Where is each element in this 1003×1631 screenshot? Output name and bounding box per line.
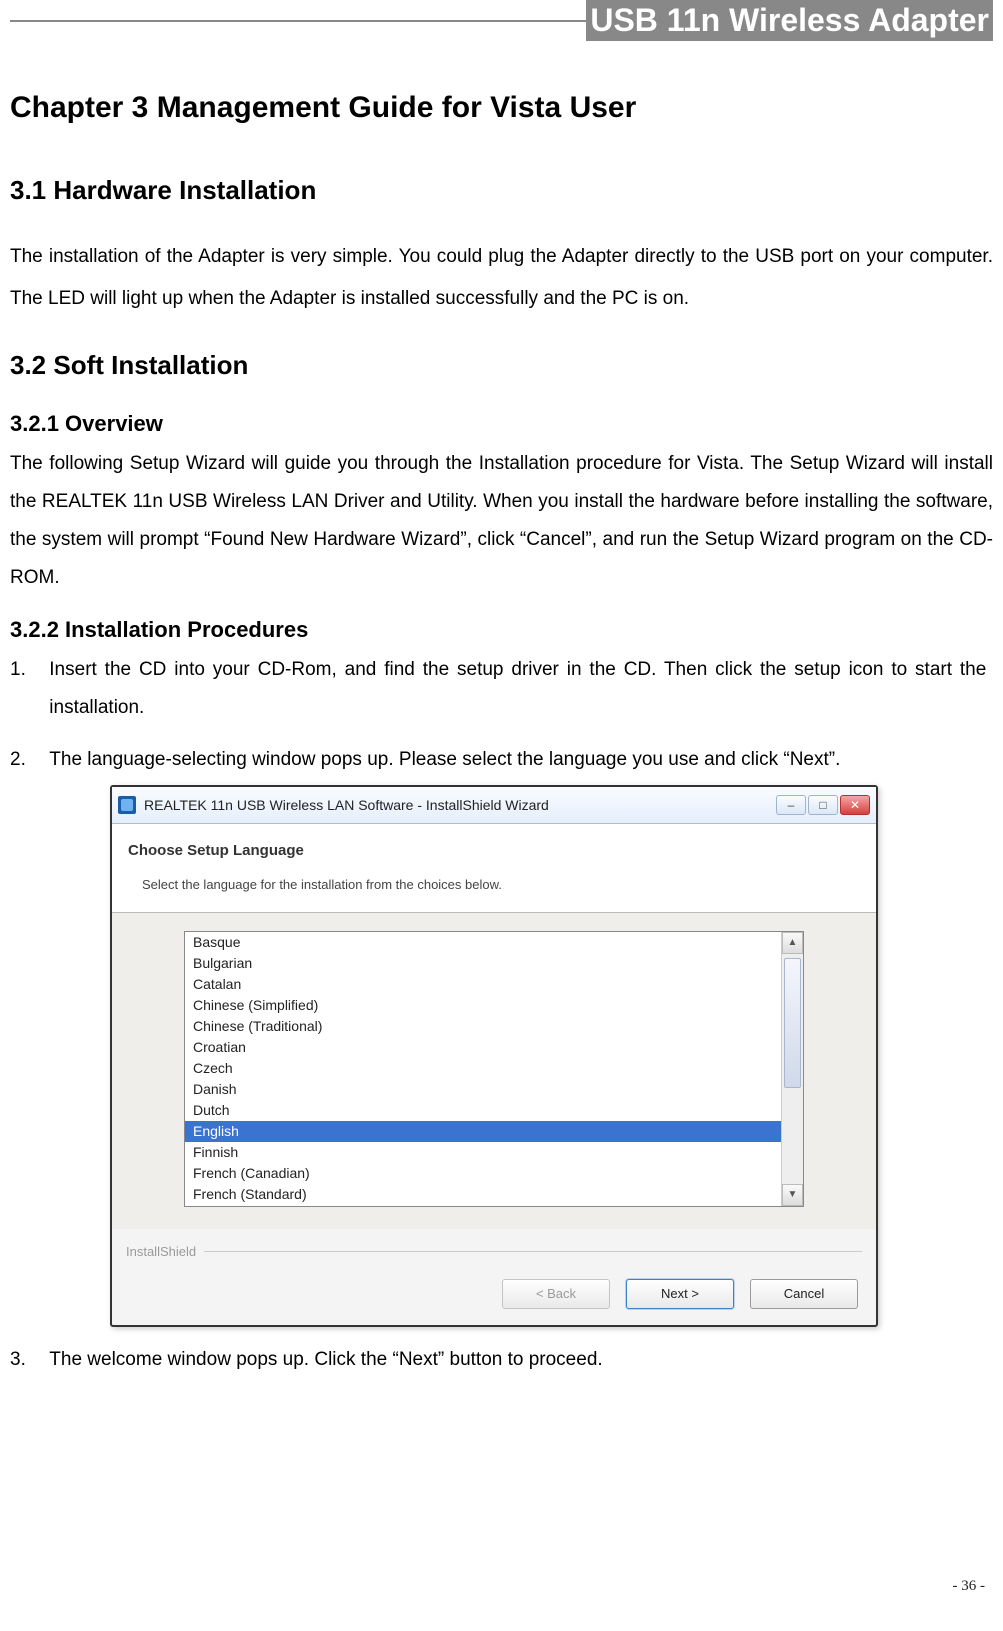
back-button[interactable]: < Back (502, 1279, 610, 1309)
list-item[interactable]: Dutch (185, 1100, 781, 1121)
cancel-button[interactable]: Cancel (750, 1279, 858, 1309)
language-listbox[interactable]: Basque Bulgarian Catalan Chinese (Simpli… (184, 931, 804, 1207)
scroll-thumb[interactable] (784, 958, 801, 1088)
step-3-number: 3. (10, 1341, 38, 1379)
step-3-text: The welcome window pops up. Click the “N… (43, 1341, 986, 1379)
step-1-text: Insert the CD into your CD-Rom, and find… (43, 651, 986, 727)
step-1-number: 1. (10, 651, 38, 689)
section-3-2-heading: 3.2 Soft Installation (10, 350, 993, 381)
page-number: - 36 - (953, 1578, 986, 1595)
list-item[interactable]: Danish (185, 1079, 781, 1100)
installer-icon (118, 796, 136, 814)
scroll-down-button[interactable]: ▼ (782, 1184, 803, 1206)
dialog-titlebar[interactable]: REALTEK 11n USB Wireless LAN Software - … (112, 787, 876, 824)
list-item[interactable]: German (185, 1205, 781, 1206)
dialog-heading: Choose Setup Language (128, 836, 860, 866)
section-3-2-1-body: The following Setup Wizard will guide yo… (10, 445, 993, 597)
step-3: 3. The welcome window pops up. Click the… (10, 1341, 993, 1379)
minimize-button[interactable]: – (776, 795, 806, 815)
document-header-title: USB 11n Wireless Adapter (586, 0, 993, 41)
section-3-1-heading: 3.1 Hardware Installation (10, 175, 993, 206)
list-item[interactable]: Croatian (185, 1037, 781, 1058)
list-item[interactable]: French (Canadian) (185, 1163, 781, 1184)
installshield-label: InstallShield (126, 1239, 196, 1265)
list-item[interactable]: Basque (185, 932, 781, 953)
step-1: 1. Insert the CD into your CD-Rom, and f… (10, 651, 993, 727)
maximize-button[interactable]: □ (808, 795, 838, 815)
list-item[interactable]: Czech (185, 1058, 781, 1079)
list-item[interactable]: Catalan (185, 974, 781, 995)
list-item[interactable]: Chinese (Traditional) (185, 1016, 781, 1037)
step-2-number: 2. (10, 741, 38, 779)
scroll-up-button[interactable]: ▲ (782, 932, 803, 954)
close-button[interactable]: ✕ (840, 795, 870, 815)
chapter-title: Chapter 3 Management Guide for Vista Use… (10, 91, 993, 125)
footer-rule (204, 1251, 862, 1252)
section-3-1-body: The installation of the Adapter is very … (10, 236, 993, 320)
list-item[interactable]: Finnish (185, 1142, 781, 1163)
dialog-title: REALTEK 11n USB Wireless LAN Software - … (144, 791, 776, 819)
list-item[interactable]: French (Standard) (185, 1184, 781, 1205)
header-rule (10, 20, 586, 22)
step-2: 2. The language-selecting window pops up… (10, 741, 993, 1327)
list-item-selected[interactable]: English (185, 1121, 781, 1142)
next-button[interactable]: Next > (626, 1279, 734, 1309)
section-3-2-2-heading: 3.2.2 Installation Procedures (10, 617, 993, 643)
section-3-2-1-heading: 3.2.1 Overview (10, 411, 993, 437)
list-item[interactable]: Bulgarian (185, 953, 781, 974)
installshield-dialog: REALTEK 11n USB Wireless LAN Software - … (110, 785, 878, 1327)
scrollbar[interactable]: ▲ ▼ (781, 932, 803, 1206)
dialog-subtitle: Select the language for the installation… (142, 872, 860, 898)
step-2-text: The language-selecting window pops up. P… (43, 741, 986, 779)
list-item[interactable]: Chinese (Simplified) (185, 995, 781, 1016)
